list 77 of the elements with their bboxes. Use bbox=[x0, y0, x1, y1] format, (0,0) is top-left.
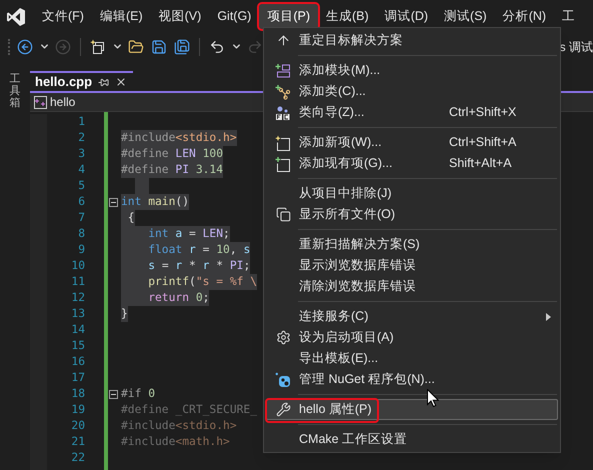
menu-bar-item[interactable]: 分析(N) bbox=[494, 4, 554, 29]
save-all-button[interactable] bbox=[174, 38, 190, 54]
line-number: 11 bbox=[71, 274, 85, 290]
settings-icon bbox=[276, 330, 290, 345]
menu-bar-item[interactable]: 生成(B) bbox=[318, 4, 377, 29]
mouse-pointer-icon bbox=[427, 389, 439, 407]
code-line: #include<math.h> bbox=[121, 434, 230, 450]
line-number: 13 bbox=[71, 306, 85, 322]
back-button[interactable] bbox=[17, 38, 33, 54]
nuget-package-icon bbox=[275, 372, 291, 388]
menu-item[interactable]: hello 属性(P) bbox=[266, 399, 558, 420]
app-logo-icon bbox=[6, 6, 26, 26]
add-module-icon bbox=[275, 62, 291, 78]
line-number: 1 bbox=[78, 114, 85, 130]
line-number: 10 bbox=[71, 258, 85, 274]
undo-button[interactable] bbox=[209, 38, 225, 54]
line-number: 7 bbox=[78, 210, 85, 226]
line-number: 8 bbox=[78, 226, 85, 242]
wrench-icon bbox=[276, 402, 290, 417]
add-class-icon bbox=[275, 84, 291, 100]
code-line: #define _CRT_SECURE_ bbox=[121, 402, 258, 418]
class-wizard-icon bbox=[275, 104, 291, 120]
code-line: #if 0 bbox=[121, 386, 156, 402]
editor-tab[interactable]: hello.cpp bbox=[30, 71, 134, 91]
menu-item[interactable]: 连接服务(C) bbox=[266, 306, 558, 327]
save-button[interactable] bbox=[151, 38, 167, 54]
existing-item-icon bbox=[275, 156, 291, 172]
line-number: 18 bbox=[71, 386, 85, 402]
menu-item[interactable]: 添加新项(W)... Ctrl+Shift+A bbox=[266, 132, 558, 153]
menu-item[interactable]: CMake 工作区设置 bbox=[266, 429, 558, 450]
menu-item[interactable]: 管理 NuGet 程序包(N)... bbox=[266, 369, 558, 390]
line-number: 17 bbox=[71, 370, 85, 386]
line-number: 2 bbox=[78, 130, 85, 146]
close-icon[interactable] bbox=[115, 76, 128, 88]
toolbox-tab[interactable]: 工具箱 bbox=[10, 73, 20, 110]
open-folder-button[interactable] bbox=[128, 38, 144, 54]
line-number: 6 bbox=[78, 194, 85, 210]
pin-icon[interactable] bbox=[98, 76, 110, 88]
menu-item[interactable]: 从项目中排除(J) bbox=[266, 183, 558, 204]
line-number: 21 bbox=[71, 434, 85, 450]
menu-item[interactable]: 设为启动项目(A) bbox=[266, 327, 558, 348]
menu-item[interactable]: 导出模板(E)... bbox=[266, 348, 558, 369]
line-number: 22 bbox=[71, 450, 85, 466]
line-number: 3 bbox=[78, 146, 85, 162]
menu-bar-item[interactable]: Git(G) bbox=[209, 4, 260, 29]
menu-item[interactable]: 显示所有文件(O) bbox=[266, 204, 558, 225]
menu-item[interactable]: 清除浏览数据库错误 bbox=[266, 276, 558, 297]
menu-bar-item[interactable]: 文件(F) bbox=[34, 4, 92, 29]
line-number: 16 bbox=[71, 354, 85, 370]
menu-item[interactable]: 添加模块(M)... bbox=[266, 60, 558, 81]
line-number: 20 bbox=[71, 418, 85, 434]
line-number: 14 bbox=[71, 322, 85, 338]
line-number: 19 bbox=[71, 402, 85, 418]
line-number: 12 bbox=[71, 290, 85, 306]
collapse-icon[interactable] bbox=[109, 390, 118, 398]
menu-bar-item[interactable]: 测试(S) bbox=[436, 4, 495, 29]
collapse-icon[interactable] bbox=[109, 198, 118, 206]
menu-bar-item[interactable]: 工 bbox=[554, 4, 584, 29]
code-line: #include<stdio.h> bbox=[121, 418, 237, 434]
copy-icon bbox=[276, 207, 290, 222]
menu-bar-item[interactable]: 编辑(E) bbox=[92, 4, 151, 29]
menu-item[interactable]: 重新扫描解决方案(S) bbox=[266, 234, 558, 255]
menu-item[interactable]: 显示浏览数据库错误 bbox=[266, 255, 558, 276]
menu-item[interactable]: 类向导(Z)... Ctrl+Shift+X bbox=[266, 102, 558, 123]
scope-label: hello bbox=[50, 94, 76, 111]
project-icon bbox=[34, 96, 47, 108]
line-number: 5 bbox=[78, 178, 85, 194]
menu-bar-item[interactable]: 视图(V) bbox=[150, 4, 210, 29]
menu-item[interactable]: 添加现有项(G)... Shift+Alt+A bbox=[266, 153, 558, 174]
new-item-icon bbox=[275, 134, 291, 150]
menu-bar-item[interactable]: 调试(D) bbox=[376, 4, 436, 29]
line-number: 9 bbox=[78, 242, 85, 258]
menu-bar-item[interactable]: 项目(P) bbox=[259, 4, 318, 29]
line-number: 15 bbox=[71, 338, 85, 354]
menu-item[interactable]: 添加类(C)... bbox=[266, 81, 558, 102]
menu-item[interactable]: 重定目标解决方案 bbox=[266, 30, 558, 51]
line-number: 4 bbox=[78, 162, 85, 178]
